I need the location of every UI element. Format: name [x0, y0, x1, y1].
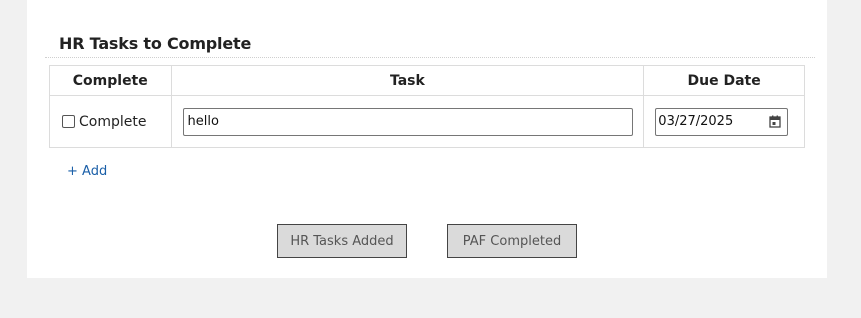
table-header-row: Complete Task Due Date	[49, 65, 805, 96]
header-complete: Complete	[49, 65, 172, 96]
calendar-icon[interactable]	[769, 115, 781, 128]
hr-tasks-table: Complete Task Due Date Complete hello 03…	[49, 65, 805, 148]
task-cell: hello	[170, 95, 645, 148]
due-date-value: 03/27/2025	[658, 114, 734, 129]
header-task: Task	[170, 65, 645, 96]
header-due-date: Due Date	[643, 65, 805, 96]
add-task-link[interactable]: + Add	[67, 164, 107, 179]
hr-tasks-added-button[interactable]: HR Tasks Added	[277, 224, 407, 258]
paf-completed-button[interactable]: PAF Completed	[447, 224, 577, 258]
complete-checkbox-label: Complete	[79, 113, 147, 130]
complete-checkbox[interactable]	[62, 115, 75, 128]
due-date-cell: 03/27/2025	[643, 95, 805, 148]
table-row: Complete hello 03/27/2025	[49, 95, 805, 148]
complete-checkbox-wrap[interactable]: Complete	[50, 114, 171, 130]
section-title: HR Tasks to Complete	[59, 34, 252, 53]
task-input[interactable]: hello	[182, 107, 633, 136]
title-divider	[45, 57, 815, 58]
due-date-input[interactable]: 03/27/2025	[655, 107, 789, 136]
complete-cell: Complete	[49, 95, 172, 148]
